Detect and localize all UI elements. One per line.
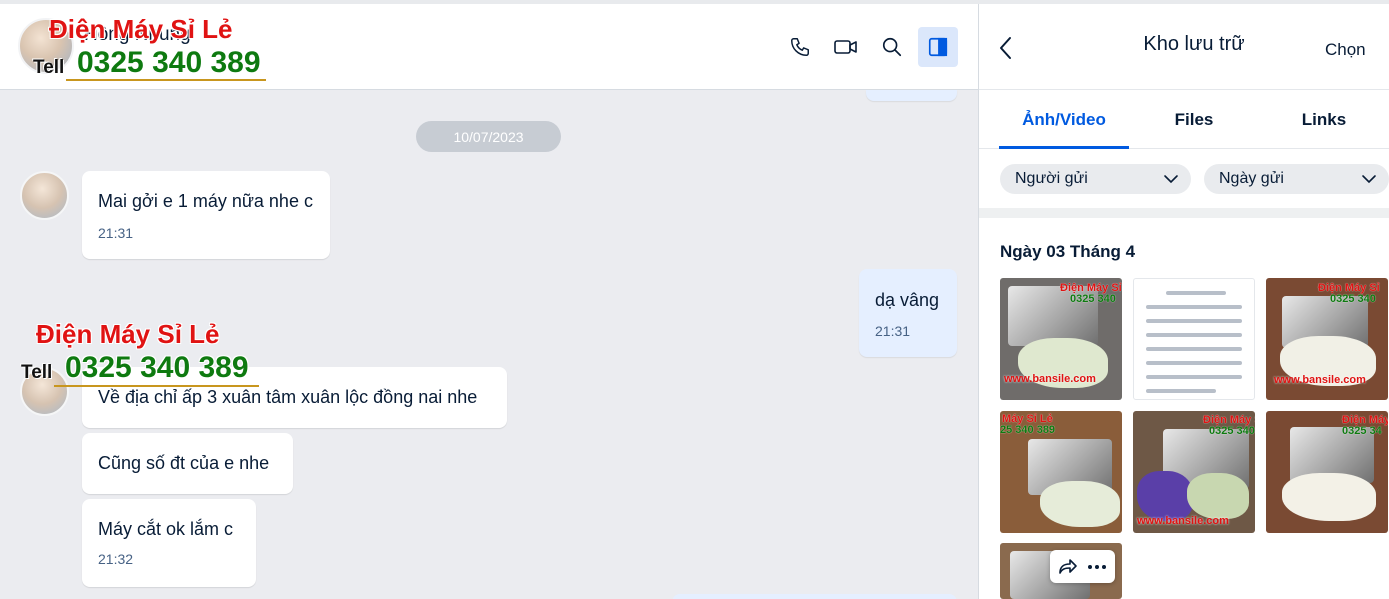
panel-icon bbox=[928, 37, 948, 57]
date-separator: 10/07/2023 bbox=[416, 121, 561, 152]
thumbnail-actions bbox=[1050, 550, 1115, 583]
media-thumbnail[interactable]: Điện Máy S 0325 340 www.bansile.com bbox=[1133, 411, 1255, 533]
message-text: dạ vâng bbox=[875, 290, 940, 310]
contact-avatar-small[interactable] bbox=[20, 171, 69, 220]
message-text: Máy cắt ok lắm c bbox=[98, 519, 234, 539]
call-button[interactable] bbox=[780, 27, 820, 67]
more-icon[interactable] bbox=[1087, 564, 1107, 570]
watermark-tell: Tell bbox=[21, 362, 53, 383]
search-icon bbox=[882, 37, 902, 57]
share-icon[interactable] bbox=[1058, 558, 1078, 576]
chevron-down-icon bbox=[1164, 175, 1178, 184]
next-message-stub bbox=[672, 594, 957, 599]
tab-files[interactable]: Files bbox=[1129, 91, 1259, 149]
media-thumbnail[interactable] bbox=[1133, 278, 1255, 400]
toggle-panel-button[interactable] bbox=[918, 27, 958, 67]
date-filter-dropdown[interactable]: Ngày gửi bbox=[1204, 164, 1389, 194]
panel-header: Kho lưu trữ Chọn bbox=[979, 4, 1389, 90]
previous-message-stub bbox=[866, 90, 957, 101]
media-thumbnail[interactable]: Điện Máy 0325 34 bbox=[1266, 411, 1388, 533]
watermark-phone: 0325 340 389 bbox=[65, 351, 249, 384]
sender-filter-label: Người gửi bbox=[1015, 170, 1088, 187]
message-text: Cũng số đt của e nhe bbox=[98, 453, 270, 473]
media-thumbnail[interactable]: Điện Máy Sỉ 0325 340 www.bansile.com bbox=[1000, 278, 1122, 400]
sender-filter-dropdown[interactable]: Người gửi bbox=[1000, 164, 1191, 194]
phone-icon bbox=[791, 38, 809, 56]
message-text: Mai gởi e 1 máy nữa nhe c bbox=[98, 191, 313, 211]
message-bubble[interactable]: Mai gởi e 1 máy nữa nhe c 21:31 bbox=[82, 171, 330, 259]
watermark-brand: Điện Máy Sỉ Lẻ bbox=[49, 14, 233, 44]
date-group-title: Ngày 03 Tháng 4 bbox=[1000, 242, 1136, 261]
select-button[interactable]: Chọn bbox=[1325, 40, 1366, 60]
message-text: Về địa chỉ ấp 3 xuân tâm xuân lộc đồng n… bbox=[98, 387, 478, 407]
window-top-strip bbox=[0, 0, 1389, 4]
media-tabs: Ảnh/Video Files Links bbox=[979, 91, 1389, 149]
date-filter-label: Ngày gửi bbox=[1219, 170, 1284, 187]
tab-links[interactable]: Links bbox=[1259, 91, 1389, 149]
chevron-down-icon bbox=[1362, 175, 1376, 184]
tab-photos-videos[interactable]: Ảnh/Video bbox=[999, 91, 1129, 149]
message-time: 21:31 bbox=[98, 225, 134, 241]
video-call-button[interactable] bbox=[826, 27, 866, 67]
active-tab-indicator bbox=[999, 146, 1129, 149]
message-bubble[interactable]: Cũng số đt của e nhe bbox=[82, 433, 293, 494]
section-divider bbox=[979, 208, 1389, 218]
watermark-underline bbox=[54, 385, 259, 387]
media-thumbnail[interactable]: Máy Sỉ Lẻ 25 340 389 bbox=[1000, 411, 1122, 533]
storage-panel: Kho lưu trữ Chọn Ảnh/Video Files Links N… bbox=[978, 4, 1389, 599]
chat-area: Hồng Nhung 10/07/2023 Mai gởi e 1 máy nữ… bbox=[0, 0, 978, 599]
watermark-underline bbox=[66, 79, 266, 81]
media-thumbnail[interactable]: Điện Máy Sỉ 0325 340 www.bansile.com bbox=[1266, 278, 1388, 400]
my-message-bubble[interactable]: dạ vâng 21:31 bbox=[859, 269, 957, 357]
message-time: 21:31 bbox=[875, 323, 911, 339]
message-time: 21:32 bbox=[98, 551, 134, 567]
video-icon bbox=[834, 40, 857, 54]
watermark-tell: Tell bbox=[33, 57, 65, 78]
header-actions bbox=[780, 27, 958, 67]
search-button[interactable] bbox=[872, 27, 912, 67]
watermark-phone: 0325 340 389 bbox=[77, 46, 261, 79]
watermark-brand: Điện Máy Sỉ Lẻ bbox=[36, 319, 220, 349]
message-bubble[interactable]: Máy cắt ok lắm c 21:32 bbox=[82, 499, 256, 587]
